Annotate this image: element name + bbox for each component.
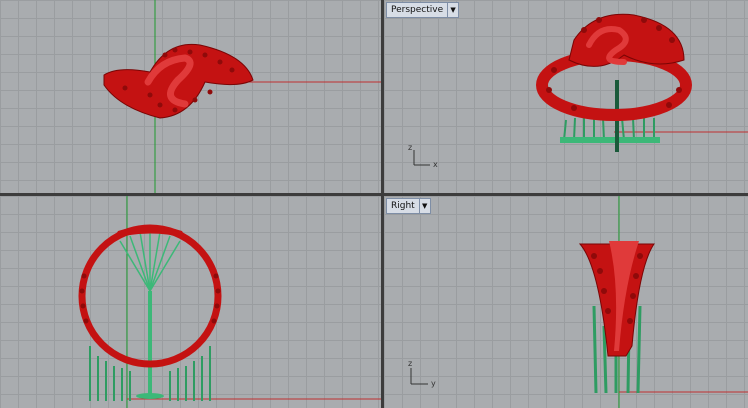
ring-top-model	[103, 43, 254, 119]
ring-right-model	[578, 241, 655, 357]
ring-perspective-model	[536, 13, 692, 121]
top-view-canvas	[103, 0, 381, 193]
axis-label-z: z	[408, 143, 413, 152]
viewport-label-perspective: Perspective	[391, 5, 444, 15]
viewport-top[interactable]	[0, 0, 381, 193]
viewport-right[interactable]: Right ▼ z y	[384, 196, 748, 408]
right-axis-icon	[410, 368, 428, 385]
perspective-axis-icon	[413, 150, 430, 166]
axis-label-y-right: y	[431, 379, 436, 388]
front-view-canvas	[78, 196, 381, 408]
viewport-perspective[interactable]: Perspective ▼ z x	[384, 0, 748, 193]
perspective-view-canvas	[413, 13, 748, 166]
chevron-down-icon[interactable]: ▼	[418, 199, 430, 213]
viewport-grid: Perspective ▼ z x Right ▼ z y	[0, 0, 748, 408]
viewport-front[interactable]	[0, 196, 381, 408]
axis-label-x: x	[433, 160, 438, 169]
tree-support-front	[119, 230, 181, 292]
axis-label-z-right: z	[408, 359, 413, 368]
right-view-canvas	[410, 196, 748, 408]
support-structures	[563, 117, 655, 141]
viewport-tab-right[interactable]: Right ▼	[386, 198, 431, 214]
viewport-label-right: Right	[391, 201, 415, 211]
viewport-tab-perspective[interactable]: Perspective ▼	[386, 2, 460, 18]
chevron-down-icon[interactable]: ▼	[447, 3, 458, 17]
